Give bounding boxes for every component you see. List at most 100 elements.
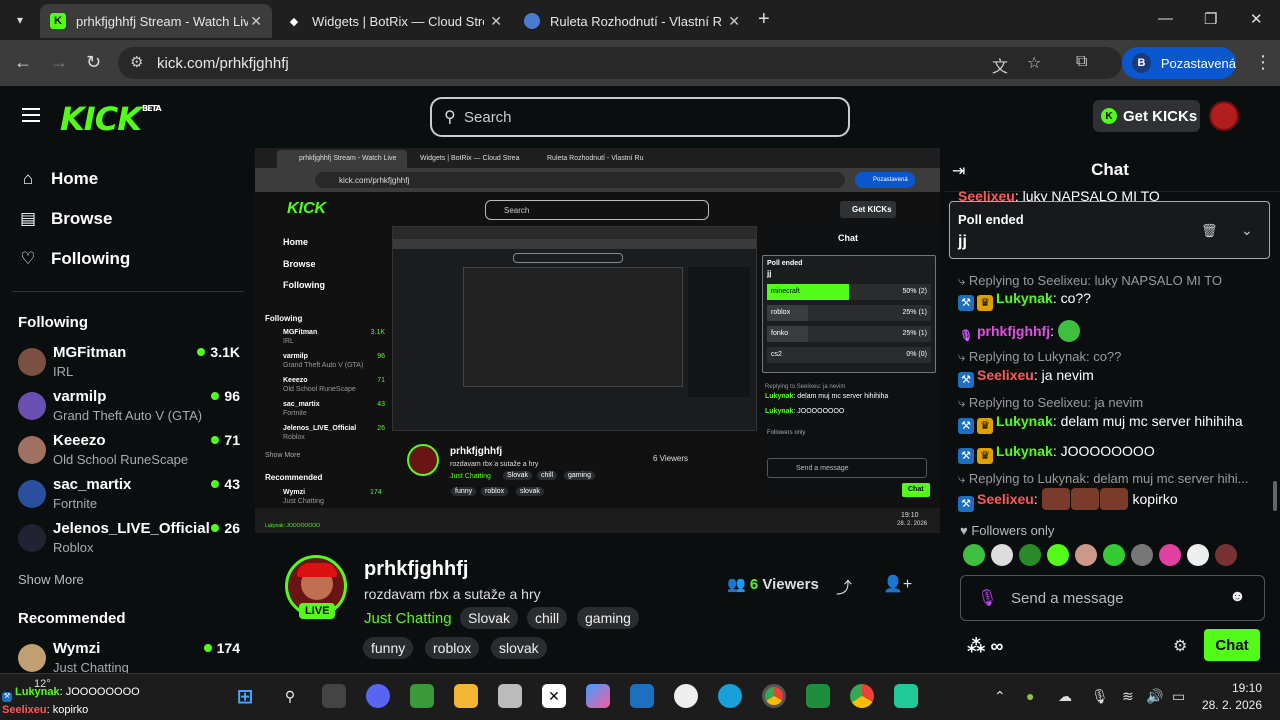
profile-button[interactable]: B Pozastavená: [1122, 47, 1236, 79]
search-icon[interactable]: ⚲: [278, 684, 302, 708]
shield-app-icon[interactable]: [410, 684, 434, 708]
emote-icon: [1159, 544, 1181, 566]
stream-category[interactable]: Just Chatting: [364, 610, 452, 627]
app-icon[interactable]: [894, 684, 918, 708]
poll-banner[interactable]: Poll ended jj 🗑 ⌄: [949, 201, 1270, 259]
channel-points[interactable]: ⁂ ∞: [967, 636, 1003, 657]
back-arrow-icon[interactable]: ←: [14, 52, 32, 73]
chat-message-input[interactable]: 🎙 Send a message ☻: [960, 575, 1265, 621]
recommended-channel[interactable]: Wymzi Just Chatting 174: [18, 640, 240, 673]
emoji-picker-icon[interactable]: ☻: [1229, 588, 1246, 606]
nested-poll-option: roblox 25% (1): [767, 305, 931, 321]
stream-tag[interactable]: chill: [527, 607, 568, 629]
video-player[interactable]: prhkfjghhfj Stream - Watch Live Widgets …: [255, 148, 940, 533]
cloud-icon[interactable]: ☁: [1058, 688, 1072, 705]
tray-app-icon[interactable]: ●: [1026, 688, 1034, 704]
get-kicks-label: Get KICKs: [1123, 107, 1198, 125]
channel-name: Keeezo: [53, 432, 106, 449]
edge-icon[interactable]: [718, 684, 742, 708]
send-chat-button[interactable]: Chat: [1204, 629, 1260, 661]
chrome-icon[interactable]: [762, 684, 786, 708]
nested-chat-button: Chat: [902, 483, 930, 497]
kick-logo[interactable]: KICK BETA: [60, 100, 162, 138]
share-icon[interactable]: ⤴: [836, 574, 852, 598]
nested-poll-option: minecraft 50% (2): [767, 284, 931, 300]
stream-tag[interactable]: Slovak: [460, 607, 519, 629]
browser-tab-kick[interactable]: K prhkfjghhfj Stream - Watch Live ✕: [40, 4, 272, 38]
sidebar-item-following[interactable]: ♡ Following: [18, 247, 130, 271]
streamer-name[interactable]: prhkfjghhfj: [364, 558, 468, 581]
capcut-icon[interactable]: ✕: [542, 684, 566, 708]
translate-icon[interactable]: 文: [992, 53, 1008, 77]
browser-tab-ruleta[interactable]: Ruleta Rozhodnutí - Vlastní Ruleta ✕: [514, 4, 750, 38]
trash-icon[interactable]: 🗑: [1201, 223, 1218, 239]
tab-title: Ruleta Rozhodnutí - Vlastní Ruleta: [550, 13, 722, 29]
site-info-icon[interactable]: ⚙: [130, 53, 143, 71]
microphone-icon[interactable]: 🎙: [977, 588, 997, 608]
address-bar[interactable]: ⚙ kick.com/prhkfjghhfj 文 ☆ ⧉: [118, 47, 1122, 79]
chevron-down-icon[interactable]: ⌄: [1241, 222, 1253, 239]
nested-poll-option: fonko 25% (1): [767, 326, 931, 342]
followed-channel[interactable]: Keeezo Old School RuneScape 71: [18, 432, 240, 472]
emote-quickbar[interactable]: [963, 544, 1263, 570]
nested-tab: Ruleta Rozhodnutí - Vlastní Ru: [547, 155, 644, 162]
tab-search-chevron-icon[interactable]: ▾: [8, 8, 32, 32]
following-section-title: Following: [18, 314, 88, 331]
minimize-icon[interactable]: —: [1158, 10, 1173, 27]
close-tab-icon[interactable]: ✕: [728, 13, 740, 30]
close-tab-icon[interactable]: ✕: [250, 13, 262, 30]
followed-channel[interactable]: MGFitman IRL 3.1K: [18, 344, 240, 384]
forward-arrow-icon[interactable]: →: [50, 52, 68, 73]
sidebar-item-browse[interactable]: ▤ Browse: [18, 207, 112, 231]
reload-icon[interactable]: ↻: [86, 52, 101, 73]
windows-start-icon[interactable]: ⊞: [233, 684, 257, 708]
sheets-icon[interactable]: [806, 684, 830, 708]
new-tab-plus-icon[interactable]: +: [758, 9, 770, 29]
followed-channel[interactable]: Jelenos_LIVE_Official Roblox 26: [18, 520, 240, 560]
emote-icon: [1057, 320, 1080, 342]
file-explorer-icon[interactable]: [454, 684, 478, 708]
user-avatar[interactable]: [1209, 101, 1239, 131]
followed-channel[interactable]: varmilp Grand Theft Auto V (GTA) 96: [18, 388, 240, 428]
stream-tag[interactable]: funny: [363, 637, 414, 659]
bookmark-star-icon[interactable]: ☆: [1027, 53, 1041, 73]
search-input[interactable]: ⚲ Search: [430, 97, 850, 137]
get-kicks-button[interactable]: K Get KICKs: [1093, 100, 1200, 132]
copilot-icon[interactable]: [586, 684, 610, 708]
stream-tag[interactable]: roblox: [425, 637, 480, 659]
task-view-icon[interactable]: [322, 684, 346, 708]
show-more-link[interactable]: Show More: [18, 572, 84, 587]
divider: [12, 291, 244, 292]
restore-icon[interactable]: ❐: [1204, 10, 1217, 28]
browser-menu-icon[interactable]: ⋮: [1254, 52, 1272, 73]
volume-icon[interactable]: 🔊: [1146, 688, 1163, 705]
chat-settings-gear-icon[interactable]: ⚙: [1173, 636, 1187, 656]
chat-message: ⚒ Seelixeu: ja nevim: [958, 367, 1094, 388]
chat-scrollbar[interactable]: [1273, 481, 1277, 511]
sidebar-item-home[interactable]: ⌂ Home: [18, 167, 98, 191]
wifi-icon[interactable]: ≋: [1122, 688, 1134, 705]
close-window-icon[interactable]: ✕: [1250, 10, 1263, 28]
chat-header: ⇥ Chat: [945, 148, 1280, 192]
nested-tag: gaming: [564, 471, 595, 480]
nested-rec-cat: Just Chatting: [283, 498, 324, 505]
microphone-icon[interactable]: 🎙: [1091, 688, 1109, 705]
chrome-icon[interactable]: [850, 684, 874, 708]
hamburger-menu-icon[interactable]: [22, 108, 40, 122]
app-icon[interactable]: [498, 684, 522, 708]
store-icon[interactable]: [630, 684, 654, 708]
app-icon[interactable]: [674, 684, 698, 708]
followed-channel[interactable]: sac_martix Fortnite 43: [18, 476, 240, 516]
stream-tag[interactable]: slovak: [491, 637, 547, 659]
tray-chevron-up-icon[interactable]: ⌃: [994, 688, 1006, 705]
vip-crown-icon: ♛: [977, 448, 993, 464]
system-clock[interactable]: 19:10 28. 2. 2026: [1198, 680, 1262, 714]
close-tab-icon[interactable]: ✕: [490, 13, 502, 30]
extensions-icon[interactable]: ⧉: [1076, 53, 1087, 71]
battery-icon[interactable]: ▭: [1172, 688, 1185, 705]
stream-tag[interactable]: gaming: [577, 607, 639, 629]
discord-icon[interactable]: [366, 684, 390, 708]
follow-user-icon[interactable]: 👤+: [883, 574, 912, 594]
emote-icon: [1187, 544, 1209, 566]
browser-tab-botrix[interactable]: ◆ Widgets | BotRix — Cloud Stream ✕: [276, 4, 512, 38]
